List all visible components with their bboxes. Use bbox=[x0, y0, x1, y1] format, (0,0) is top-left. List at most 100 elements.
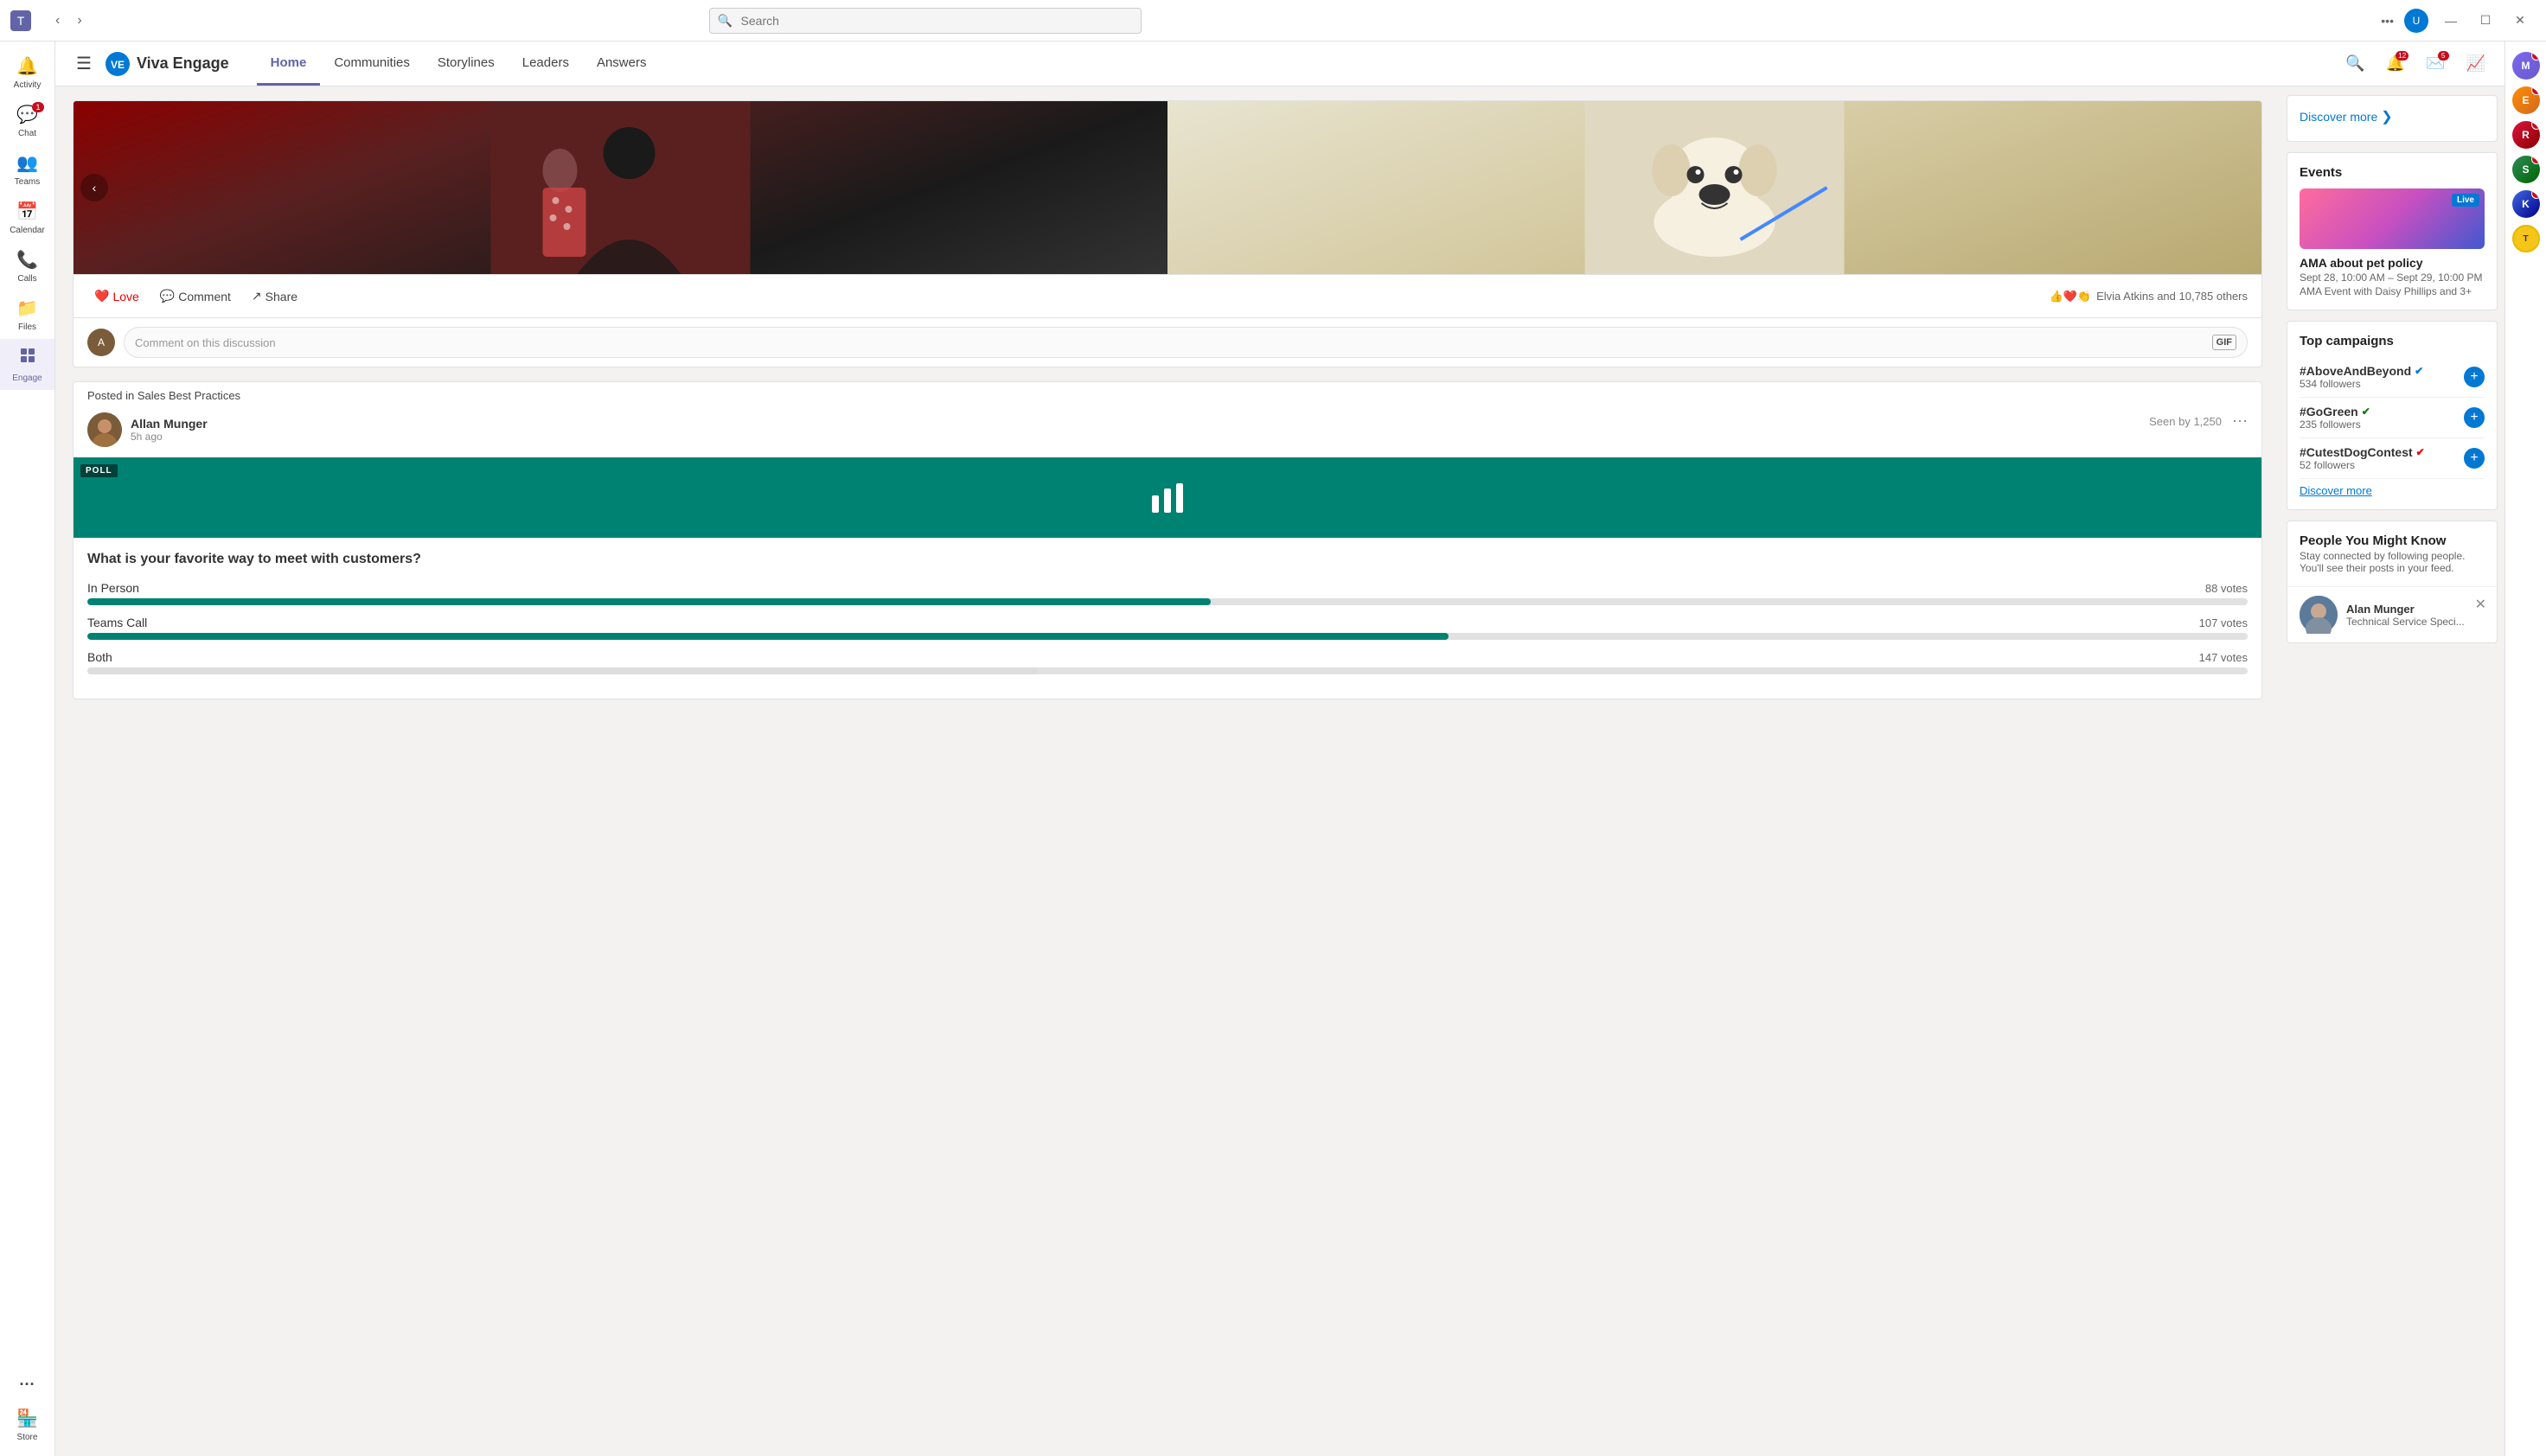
tab-storylines[interactable]: Storylines bbox=[424, 42, 509, 86]
verified-icon-1: ✔ bbox=[2362, 406, 2370, 418]
analytics-button[interactable]: 📈 bbox=[2461, 49, 2491, 78]
poll-icon bbox=[1148, 478, 1187, 524]
author-info: Allan Munger 5h ago bbox=[131, 417, 208, 443]
search-icon: 🔍 bbox=[2345, 54, 2364, 72]
right-avatar-3[interactable]: S bbox=[2512, 156, 2540, 183]
post-time: 5h ago bbox=[131, 431, 208, 443]
right-avatar-2[interactable]: R bbox=[2512, 121, 2540, 149]
poll-bar-bg-1 bbox=[87, 633, 2248, 640]
feed-area: ‹ ❤️ Love 💬 Comment ↗ Share bbox=[55, 86, 2280, 1456]
poll-bar-bg-0 bbox=[87, 598, 2248, 605]
poll-option-header-1: Teams Call 107 votes bbox=[87, 616, 2248, 629]
tab-home[interactable]: Home bbox=[257, 42, 321, 86]
right-avatar-5[interactable]: T bbox=[2512, 225, 2540, 252]
sidebar-item-files[interactable]: 📁 Files bbox=[0, 291, 54, 339]
tab-answers[interactable]: Answers bbox=[583, 42, 661, 86]
forward-button[interactable]: › bbox=[70, 8, 88, 34]
app-logo-text: Viva Engage bbox=[137, 54, 229, 73]
share-button[interactable]: ↗ Share bbox=[245, 284, 304, 309]
notifications-button[interactable]: 🔔 12 bbox=[2381, 49, 2410, 78]
titlebar-left: T bbox=[0, 10, 42, 31]
sidebar-item-chat[interactable]: 💬 1 Chat bbox=[0, 97, 54, 145]
right-avatar-0[interactable]: M bbox=[2512, 52, 2540, 80]
topnav-right-actions: 🔍 🔔 12 ✉️ 5 📈 ··· bbox=[2340, 49, 2525, 78]
heart-icon: ❤️ bbox=[94, 289, 109, 303]
comment-input[interactable]: Comment on this discussion GIF bbox=[124, 327, 2248, 358]
event-host: AMA Event with Daisy Phillips and 3+ bbox=[2300, 285, 2485, 297]
sidebar-bottom: ··· 🏪 Store bbox=[16, 1369, 38, 1449]
sidebar-item-teams[interactable]: 👥 Teams bbox=[0, 145, 54, 194]
discover-campaigns-link[interactable]: Discover more bbox=[2300, 484, 2485, 497]
sidebar-item-label: Calls bbox=[17, 274, 36, 284]
sidebar-item-label: Chat bbox=[18, 129, 36, 138]
close-button[interactable]: ✕ bbox=[2508, 9, 2532, 33]
poll-question: What is your favorite way to meet with c… bbox=[87, 552, 2248, 567]
sidebar-item-label: Activity bbox=[14, 80, 42, 90]
left-sidebar: 🔔 Activity 💬 1 Chat 👥 Teams 📅 Calendar 📞… bbox=[0, 42, 55, 1456]
post-actions: ❤️ Love 💬 Comment ↗ Share 👍❤️👏 Elvia Atk… bbox=[74, 274, 2261, 317]
campaign-name-1: #GoGreen ✔ bbox=[2300, 405, 2464, 418]
carousel-back-button[interactable]: ‹ bbox=[80, 174, 108, 201]
chat-badge: 1 bbox=[32, 102, 44, 112]
campaign-follow-button-2[interactable]: + bbox=[2464, 448, 2485, 469]
post-author: Allan Munger 5h ago bbox=[87, 412, 208, 447]
person-job-title: Technical Service Speci... bbox=[2346, 616, 2465, 628]
poll-option-0: In Person 88 votes bbox=[87, 581, 2248, 605]
person-dismiss-button[interactable]: ✕ bbox=[2475, 596, 2486, 613]
author-name: Allan Munger bbox=[131, 417, 208, 431]
tab-communities[interactable]: Communities bbox=[320, 42, 424, 86]
more-options-button[interactable]: ••• bbox=[2381, 14, 2394, 28]
user-avatar[interactable]: U bbox=[2404, 9, 2428, 33]
discover-more-link[interactable]: Discover more ❯ bbox=[2300, 108, 2485, 125]
campaign-follow-button-1[interactable]: + bbox=[2464, 407, 2485, 428]
sidebar-item-store[interactable]: 🏪 Store bbox=[16, 1401, 38, 1449]
poll-banner: POLL bbox=[74, 457, 2261, 538]
poll-option-label-2: Both bbox=[87, 650, 112, 664]
tab-leaders[interactable]: Leaders bbox=[509, 42, 583, 86]
notification-badge: 12 bbox=[2396, 51, 2408, 61]
sidebar-item-calls[interactable]: 📞 Calls bbox=[0, 242, 54, 291]
chart-icon: 📈 bbox=[2466, 54, 2485, 72]
messages-button[interactable]: ✉️ 5 bbox=[2421, 49, 2450, 78]
event-time: Sept 28, 10:00 AM – Sept 29, 10:00 PM bbox=[2300, 271, 2485, 284]
title-bar: T ‹ › 🔍 ••• U — ☐ ✕ bbox=[0, 0, 2546, 42]
campaign-item-1: #GoGreen ✔ 235 followers + bbox=[2300, 398, 2485, 438]
activity-icon: 🔔 bbox=[16, 55, 38, 77]
search-input[interactable] bbox=[709, 8, 1142, 34]
maximize-button[interactable]: ☐ bbox=[2473, 9, 2498, 33]
post-reactions: 👍❤️👏 Elvia Atkins and 10,785 others bbox=[2050, 290, 2248, 303]
discover-arrow-icon: ❯ bbox=[2381, 108, 2392, 125]
minimize-button[interactable]: — bbox=[2439, 9, 2463, 33]
store-icon: 🏪 bbox=[16, 1408, 38, 1429]
search-button[interactable]: 🔍 bbox=[2340, 49, 2370, 78]
back-button[interactable]: ‹ bbox=[48, 8, 67, 34]
sidebar-item-engage[interactable]: Engage bbox=[0, 339, 54, 390]
people-description: Stay connected by following people. You'… bbox=[2300, 550, 2485, 574]
campaign-info-2: #CutestDogContest ✔ 52 followers bbox=[2300, 445, 2464, 471]
right-avatar-1[interactable]: E bbox=[2512, 86, 2540, 114]
person-info: Alan Munger Technical Service Speci... bbox=[2346, 603, 2465, 628]
event-banner: Live bbox=[2300, 188, 2485, 249]
events-card: Events Live AMA about pet policy Sept 28… bbox=[2287, 152, 2498, 310]
poll-bar-fill-0 bbox=[87, 598, 1211, 605]
hamburger-menu[interactable]: ☰ bbox=[76, 53, 92, 74]
app-logo-icon: T bbox=[10, 10, 31, 31]
poll-body: What is your favorite way to meet with c… bbox=[74, 538, 2261, 699]
sidebar-item-calendar[interactable]: 📅 Calendar bbox=[0, 194, 54, 242]
sidebar-item-more[interactable]: ··· bbox=[16, 1369, 38, 1401]
verified-icon-0: ✔ bbox=[2415, 365, 2423, 377]
community-link[interactable]: Sales Best Practices bbox=[138, 389, 240, 402]
search-icon: 🔍 bbox=[718, 13, 732, 28]
sidebar-item-activity[interactable]: 🔔 Activity bbox=[0, 48, 54, 97]
sidebar-item-label: Calendar bbox=[10, 226, 45, 235]
love-button[interactable]: ❤️ Love bbox=[87, 284, 146, 309]
gif-button[interactable]: GIF bbox=[2212, 335, 2236, 350]
comment-button[interactable]: 💬 Comment bbox=[153, 284, 238, 309]
sidebar-item-label: Store bbox=[17, 1433, 38, 1442]
poll-option-votes-0: 88 votes bbox=[2205, 582, 2248, 595]
campaign-follow-button-0[interactable]: + bbox=[2464, 367, 2485, 387]
event-title[interactable]: AMA about pet policy bbox=[2300, 256, 2485, 270]
poll-option-1: Teams Call 107 votes bbox=[87, 616, 2248, 640]
right-avatar-4[interactable]: K bbox=[2512, 190, 2540, 218]
post-more-button[interactable]: ⋯ bbox=[2232, 412, 2248, 431]
